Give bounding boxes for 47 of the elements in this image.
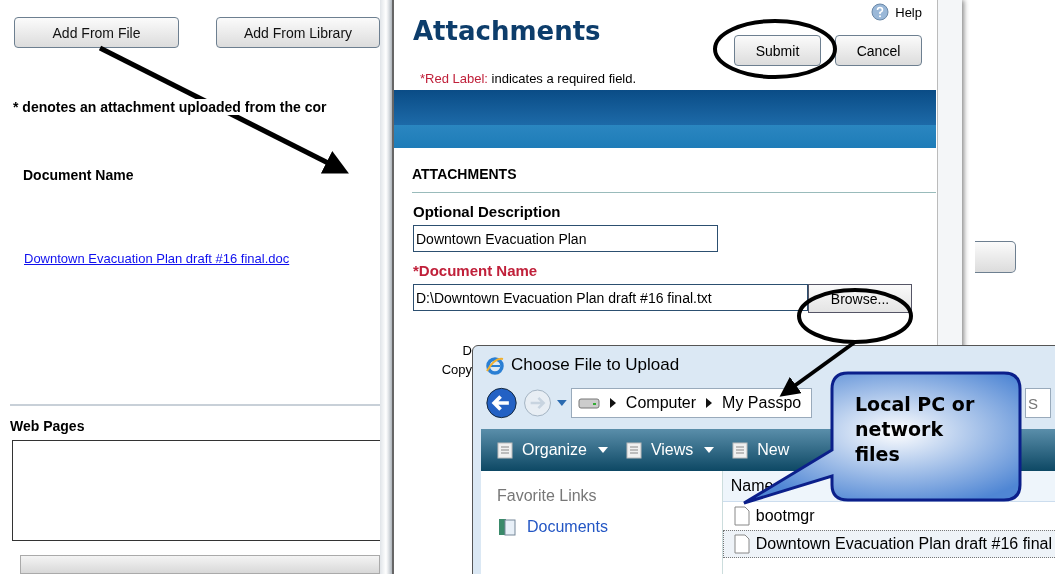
drive-icon [577,397,600,409]
favorite-link[interactable]: Documents [527,518,608,536]
input-field[interactable]: Downtown Evacuation Plan [413,225,718,252]
dialog-title: Choose File to Upload [511,355,680,375]
help-icon[interactable] [871,3,890,21]
pane-title: Favorite Links [497,487,598,505]
address-bar[interactable]: Computer My Passpo [570,388,812,418]
toolbar-button[interactable]: New [730,440,790,460]
browser-icon [485,355,505,375]
section-title: Web Pages [10,404,380,434]
chevron-icon [706,398,713,408]
file-icon [733,506,750,526]
documents-icon [497,517,517,537]
window-title: Attachments [413,16,601,48]
toolbar-button[interactable]: Views [623,440,715,460]
file-row[interactable]: bootmgr [722,502,1055,530]
breadcrumb-item[interactable]: My Passpo [722,394,802,412]
breadcrumb-item[interactable]: Computer [625,394,697,412]
chevron-icon [609,398,616,408]
toolbar-icon [623,440,644,460]
attachment-note: * denotes an attachment uploaded from the cor [13,99,327,115]
input-field[interactable]: D:\Downtown Evacuation Plan draft #16 final.txt [413,284,808,311]
toolbar-icon [495,440,515,460]
back-icon[interactable] [485,386,519,420]
vertical-scrollbar[interactable] [380,0,392,574]
column-header: Document Name [23,167,135,183]
dropdown-caret-icon[interactable] [557,400,567,406]
footer-text: Copy [441,362,472,377]
toolbar-button[interactable]: Organize [495,440,608,460]
horizontal-scrollbar[interactable] [20,554,380,574]
field-label: *Document Name [413,262,539,279]
required-note: *Red Label: indicates a required field. [420,71,638,86]
button-edge[interactable] [975,241,1016,273]
callout-text: Local PC or network files [855,392,976,467]
add-button[interactable]: Add From File [14,17,179,48]
file-icon [733,534,750,554]
footer-text: D [462,343,472,358]
section-heading: ATTACHMENTS [412,166,936,193]
file-row[interactable]: Downtown Evacuation Plan draft #16 final [722,530,1055,558]
add-button[interactable]: Add From Library [216,17,380,48]
toolbar-icon [730,440,751,460]
field-label: Optional Description [413,203,562,220]
document-link[interactable]: Downtown Evacuation Plan draft #16 final.doc [24,251,290,266]
search-field[interactable]: S [1025,388,1051,418]
help-link[interactable]: Help [895,4,922,20]
dialog-button[interactable]: Submit [734,35,821,66]
dialog-button[interactable]: Cancel [835,35,922,66]
